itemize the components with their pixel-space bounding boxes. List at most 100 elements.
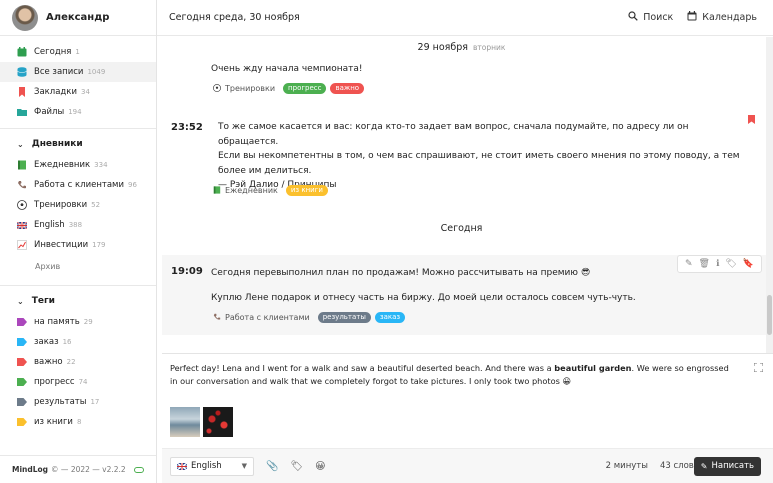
duration-stat: 2 минуты <box>605 461 648 471</box>
nav-item-all-entries[interactable]: Все записи 1049 <box>0 62 156 82</box>
entry-text[interactable]: Куплю Лене подарок и отнесу часть на бир… <box>211 291 636 306</box>
tag-count: 74 <box>78 378 88 386</box>
diary-count: 52 <box>91 201 101 209</box>
tag-badge[interactable]: результаты <box>317 312 371 323</box>
entry-toolbar: ✎ 🗑 ℹ 🏷 🔖 <box>677 255 763 273</box>
tags-section-header[interactable]: ⌄ Теги <box>0 290 156 312</box>
composer-input[interactable]: Perfect day! Lena and I went for a walk … <box>170 362 735 388</box>
scrollbar-thumb[interactable] <box>767 295 772 335</box>
emoji-icon[interactable]: 😀 <box>315 461 325 472</box>
entry-text[interactable]: Сегодня перевыполнил план по продажам! М… <box>211 266 590 281</box>
entry-time: 19:09 <box>171 266 203 277</box>
diaries-section-header[interactable]: ⌄ Дневники <box>0 133 156 155</box>
diary-label: Ежедневник <box>34 160 91 170</box>
tag-badge[interactable]: заказ <box>374 312 406 323</box>
bookmark-icon[interactable] <box>748 115 755 124</box>
entry-line: Если вы некомпетентны в том, о чем вас с… <box>218 151 740 161</box>
diary-item-english[interactable]: English 388 <box>0 215 156 235</box>
tag-count: 22 <box>66 358 76 366</box>
bookmark-icon[interactable]: 🔖 <box>743 259 754 269</box>
current-date: Сегодня среда, 30 ноября <box>169 12 300 23</box>
diary-item-investments[interactable]: Инвестиции 179 <box>0 235 156 255</box>
archive-link[interactable]: Архив <box>0 255 156 277</box>
tag-icon <box>17 418 27 426</box>
composer-text-part: Perfect day! Lena and I went for a walk … <box>170 363 555 373</box>
composer-stats: 2 минуты 43 слова <box>594 461 699 471</box>
tag-icon[interactable]: 🏷 <box>725 259 736 269</box>
tag-count: 17 <box>90 398 100 406</box>
entry-category[interactable]: Тренировки <box>225 84 275 93</box>
nav-label: Все записи <box>34 67 84 77</box>
tag-item-results[interactable]: результаты 17 <box>0 392 156 412</box>
section-title: Дневники <box>31 139 83 149</box>
tag-icon[interactable]: 🏷 <box>290 461 303 472</box>
tag-item-progress[interactable]: прогресс 74 <box>0 372 156 392</box>
tag-badge[interactable]: из книги <box>285 185 328 196</box>
trash-icon[interactable]: 🗑 <box>699 259 710 269</box>
search-button[interactable]: Поиск <box>628 11 673 24</box>
chevron-down-icon: ⌄ <box>17 296 24 306</box>
diary-item-trainings[interactable]: Тренировки 52 <box>0 195 156 215</box>
nav-item-files[interactable]: Файлы 194 <box>0 102 156 122</box>
nav-item-bookmarks[interactable]: Закладки 34 <box>0 82 156 102</box>
tag-item-memory[interactable]: на память 29 <box>0 312 156 332</box>
sidebar-footer: MindLog © — 2022 — v2.2.2 <box>0 455 156 483</box>
tag-label: на память <box>34 317 80 327</box>
language-select[interactable]: English ▼ <box>170 456 254 476</box>
divider <box>0 285 156 286</box>
nav-label: Файлы <box>34 107 65 117</box>
nav-label: Сегодня <box>34 47 72 57</box>
tag-icon <box>17 378 27 386</box>
footer-text: © — 2022 — v2.2.2 <box>51 465 126 474</box>
green-book-icon <box>17 160 27 170</box>
avatar[interactable] <box>12 4 38 31</box>
entry-text[interactable]: Очень жду начала чемпионата! <box>211 62 363 77</box>
uk-flag-icon <box>177 462 187 470</box>
diary-label: Тренировки <box>34 200 88 210</box>
info-icon[interactable]: ℹ <box>716 259 719 269</box>
section-title: Теги <box>31 296 55 306</box>
language-value: English <box>191 461 222 471</box>
tag-label: прогресс <box>34 377 75 387</box>
diaries-list: Ежедневник 334 Работа с клиентами 96 Тре… <box>0 155 156 277</box>
diary-item-clients[interactable]: Работа с клиентами 96 <box>0 175 156 195</box>
calendar-button[interactable]: Календарь <box>687 11 757 24</box>
composer[interactable]: Perfect day! Lena and I went for a walk … <box>162 353 773 448</box>
tag-badge[interactable]: важно <box>330 83 365 94</box>
cloud-sync-icon[interactable] <box>134 466 144 473</box>
tag-badge[interactable]: прогресс <box>283 83 327 94</box>
nav-item-today[interactable]: Сегодня 1 <box>0 42 156 62</box>
photo-thumbnail-beach[interactable] <box>170 407 200 437</box>
composer-text-bold: beautiful garden <box>554 363 632 373</box>
entry-text[interactable]: То же самое касается и вас: когда кто-то… <box>218 120 743 193</box>
tag-item-order[interactable]: заказ 16 <box>0 332 156 352</box>
diary-item-daily[interactable]: Ежедневник 334 <box>0 155 156 175</box>
tag-label: заказ <box>34 337 59 347</box>
brand-name: MindLog <box>12 465 49 474</box>
entry-category[interactable]: Работа с клиентами <box>225 313 310 322</box>
write-button[interactable]: ✎ Написать <box>693 456 761 476</box>
tag-icon <box>17 398 27 406</box>
feed-scrollbar[interactable] <box>766 37 773 353</box>
entry-time: 23:52 <box>171 122 203 133</box>
tag-label: результаты <box>34 397 87 407</box>
diary-count: 388 <box>68 221 83 229</box>
expand-icon[interactable] <box>754 363 763 372</box>
search-icon <box>628 11 638 24</box>
calendar-icon <box>687 11 697 24</box>
entry-meta: Ежедневник из книги <box>213 185 328 196</box>
entry-category[interactable]: Ежедневник <box>225 186 278 195</box>
user-profile[interactable]: Александр <box>0 0 156 36</box>
database-icon <box>17 67 27 77</box>
tag-item-important[interactable]: важно 22 <box>0 352 156 372</box>
edit-icon[interactable]: ✎ <box>685 259 693 269</box>
nav-label: Закладки <box>34 87 77 97</box>
photo-thumbnail-garden[interactable] <box>203 407 233 437</box>
tags-list: на память 29 заказ 16 важно 22 прогресс … <box>0 312 156 432</box>
tag-icon <box>17 358 27 366</box>
paperclip-icon[interactable]: 📎 <box>266 461 278 472</box>
diary-label: English <box>34 220 65 230</box>
tag-item-from-book[interactable]: из книги 8 <box>0 412 156 432</box>
tag-count: 29 <box>83 318 93 326</box>
entry-meta: Тренировки прогресс важно <box>213 83 365 94</box>
